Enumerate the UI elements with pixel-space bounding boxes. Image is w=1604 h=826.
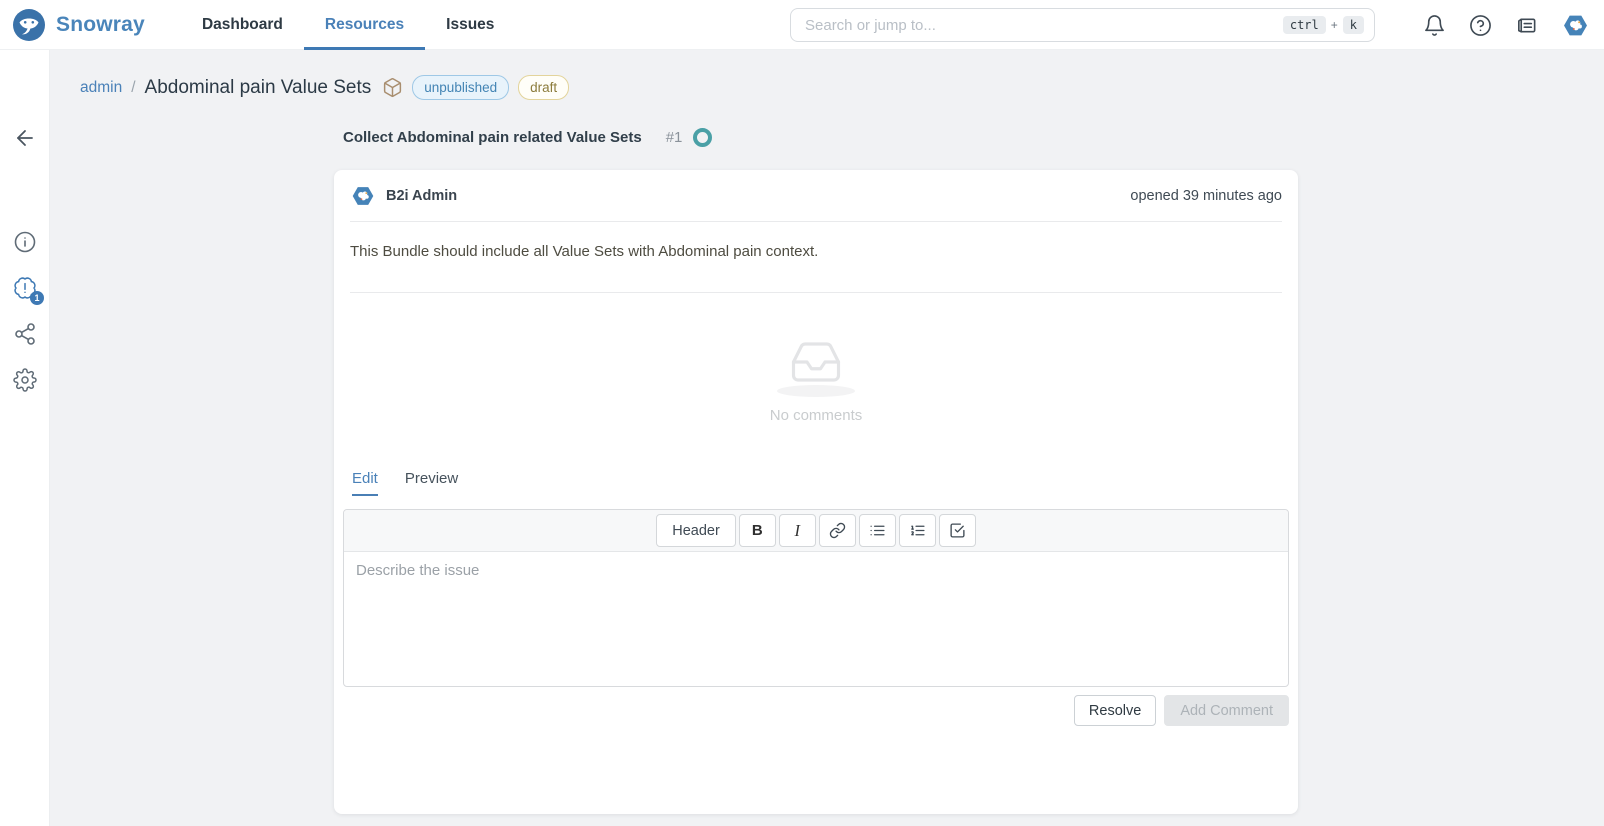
brand-name: Snowray (56, 13, 145, 37)
link-button[interactable] (819, 514, 856, 547)
issue-title: Collect Abdominal pain related Value Set… (343, 129, 642, 146)
snowray-logo-icon (12, 8, 46, 42)
comments-empty-state: No comments (334, 293, 1298, 424)
user-avatar[interactable] (1561, 11, 1590, 40)
bullet-list-button[interactable] (859, 514, 896, 547)
share-icon[interactable] (13, 322, 37, 346)
status-open-ring-icon (693, 128, 712, 147)
italic-button[interactable]: I (779, 514, 816, 547)
top-navigation-bar: Snowray Dashboard Resources Issues ctrl … (0, 0, 1604, 50)
package-icon (382, 77, 403, 98)
bold-button[interactable]: B (739, 514, 776, 547)
issues-count-badge: 1 (30, 291, 44, 305)
checkbox-icon (949, 522, 966, 539)
page-title: Abdominal pain Value Sets (145, 77, 372, 99)
issue-card: B2i Admin opened 39 minutes ago This Bun… (334, 170, 1298, 814)
composer-actions: Resolve Add Comment (343, 695, 1289, 726)
shortcut-plus: + (1331, 18, 1338, 32)
no-comments-label: No comments (334, 407, 1298, 424)
sidebar-item-issues[interactable]: 1 (13, 276, 37, 300)
link-icon (829, 522, 846, 539)
task-list-button[interactable] (939, 514, 976, 547)
ordered-list-button[interactable] (899, 514, 936, 547)
breadcrumb-separator: / (131, 79, 135, 97)
add-comment-button[interactable]: Add Comment (1164, 695, 1289, 726)
nav-tab-dashboard[interactable]: Dashboard (181, 0, 304, 50)
tab-preview[interactable]: Preview (405, 470, 458, 496)
tab-edit[interactable]: Edit (352, 470, 378, 496)
breadcrumb-parent-link[interactable]: admin (80, 79, 122, 97)
sidebar-icon-group: 1 (0, 230, 50, 392)
issue-number: #1 (666, 129, 683, 146)
status-badge-draft: draft (518, 75, 569, 100)
status-badge-unpublished: unpublished (412, 75, 509, 100)
shortcut-k-key: k (1343, 16, 1364, 34)
breadcrumb: admin / Abdominal pain Value Sets unpubl… (80, 75, 569, 100)
issue-card-header: B2i Admin opened 39 minutes ago (350, 170, 1282, 222)
shortcut-ctrl-key: ctrl (1283, 16, 1326, 34)
composer-tabs: Edit Preview (352, 470, 1298, 496)
gear-icon[interactable] (13, 368, 37, 392)
left-sidebar: 1 (0, 50, 50, 826)
markdown-editor: Header B I (343, 509, 1289, 687)
resolve-button[interactable]: Resolve (1074, 695, 1156, 726)
opened-timestamp: opened 39 minutes ago (1130, 188, 1282, 204)
issue-description: This Bundle should include all Value Set… (350, 222, 1282, 293)
inbox-empty-icon (789, 335, 843, 389)
topbar-action-icons (1423, 0, 1590, 50)
back-arrow-icon[interactable] (13, 126, 37, 150)
nav-tab-resources[interactable]: Resources (304, 0, 425, 50)
header-button[interactable]: Header (656, 514, 736, 547)
bullet-list-icon (869, 522, 886, 539)
main-nav: Dashboard Resources Issues (181, 0, 516, 50)
issue-header: Collect Abdominal pain related Value Set… (343, 128, 712, 147)
changelog-icon[interactable] (1515, 14, 1538, 37)
ordered-list-icon (909, 522, 926, 539)
help-icon[interactable] (1469, 14, 1492, 37)
global-search[interactable]: ctrl + k (790, 8, 1375, 42)
search-input[interactable] (805, 17, 1283, 34)
author-avatar (350, 183, 376, 209)
info-icon[interactable] (13, 230, 37, 254)
nav-tab-issues[interactable]: Issues (425, 0, 515, 50)
issue-comment-input[interactable] (344, 552, 1288, 686)
bell-icon[interactable] (1423, 14, 1446, 37)
main-content: admin / Abdominal pain Value Sets unpubl… (50, 50, 1604, 826)
author-name: B2i Admin (386, 188, 457, 204)
brand[interactable]: Snowray (12, 8, 145, 42)
editor-toolbar: Header B I (344, 510, 1288, 552)
